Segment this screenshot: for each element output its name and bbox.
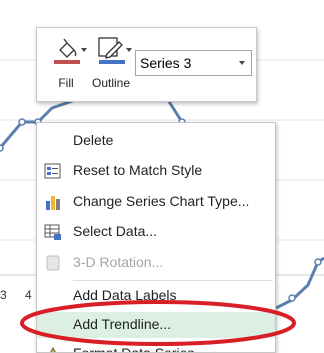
reset-style-icon: [44, 163, 61, 179]
menu-item-select-data[interactable]: Select Data...: [37, 219, 275, 245]
menu-item-add-data-labels[interactable]: Add Data Labels: [37, 283, 275, 309]
chevron-down-icon: [126, 48, 132, 52]
menu-item-label: 3-D Rotation...: [73, 254, 164, 270]
pen-outline-icon: [98, 37, 125, 64]
axis-tick-label: 3: [0, 288, 7, 302]
axis-tick-label: 4: [25, 288, 32, 302]
menu-item-add-trendline[interactable]: Add Trendline...: [37, 312, 275, 338]
context-menu: Delete Reset to Match Style Change Serie…: [36, 122, 276, 353]
series-dropdown-value: Series 3: [140, 55, 192, 71]
menu-item-change-series-chart-type[interactable]: Change Series Chart Type...: [37, 189, 275, 215]
chevron-down-icon: [81, 48, 87, 52]
bar-chart-icon: [46, 196, 60, 210]
mini-toolbar: Fill Outline Series 3: [36, 27, 257, 102]
data-point[interactable]: [288, 294, 296, 302]
menu-item-3d-rotation: 3-D Rotation...: [37, 250, 275, 276]
data-point[interactable]: [18, 118, 26, 126]
rotation-icon: [46, 255, 60, 271]
paint-bucket-icon: [54, 38, 80, 64]
menu-item-label: Add Trendline...: [73, 316, 172, 332]
series-dropdown[interactable]: Series 3: [135, 50, 252, 76]
menu-item-label: Format Data Series...: [73, 345, 207, 353]
fill-label: Fill: [58, 76, 74, 90]
outline-button[interactable]: Outline: [89, 36, 133, 96]
menu-item-label: Add Data Labels: [73, 287, 177, 303]
select-data-icon: [44, 224, 61, 240]
format-series-icon: [50, 346, 56, 352]
outline-label: Outline: [91, 76, 131, 90]
menu-separator: [73, 280, 273, 281]
data-point[interactable]: [314, 258, 322, 266]
data-point[interactable]: [0, 144, 4, 152]
fill-button[interactable]: Fill: [44, 36, 88, 96]
menu-item-label: Select Data...: [73, 223, 158, 239]
menu-item-reset-to-match-style[interactable]: Reset to Match Style: [37, 158, 275, 184]
menu-item-label: Reset to Match Style: [73, 162, 203, 178]
chevron-down-icon: [239, 61, 245, 65]
menu-item-delete[interactable]: Delete: [37, 128, 275, 154]
menu-item-label: Delete: [73, 132, 114, 148]
menu-item-label: Change Series Chart Type...: [73, 193, 250, 209]
menu-item-format-data-series[interactable]: Format Data Series...: [37, 341, 275, 353]
